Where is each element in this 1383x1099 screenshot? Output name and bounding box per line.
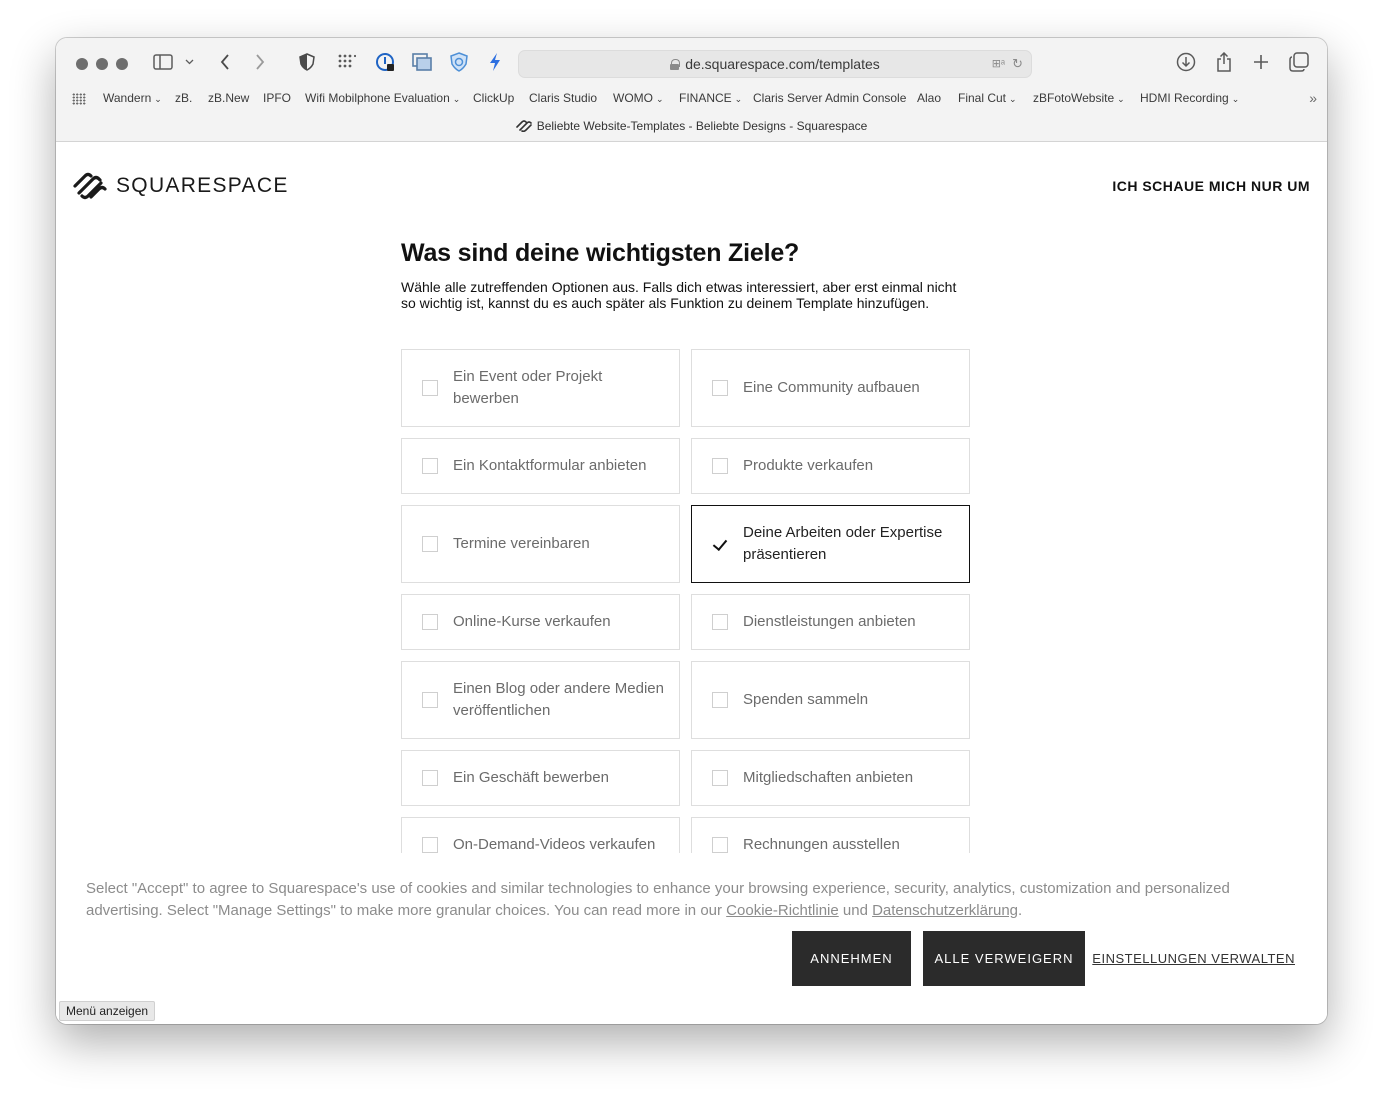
address-bar[interactable]: de.squarespace.com/templates ⊞ᵃ ↻ [518, 50, 1032, 78]
checkbox[interactable] [712, 692, 728, 708]
browser-window: de.squarespace.com/templates ⊞ᵃ ↻ Wander… [56, 38, 1327, 1024]
bookmark-ipfo[interactable]: IPFO [263, 91, 291, 105]
checkbox[interactable] [422, 380, 438, 396]
close-window-button[interactable] [76, 58, 88, 70]
browser-toolbar: de.squarespace.com/templates ⊞ᵃ ↻ Wander… [56, 38, 1327, 142]
screenshot-extension-icon[interactable] [411, 51, 433, 73]
checkbox[interactable] [422, 770, 438, 786]
lock-icon [670, 58, 681, 70]
bookmark-wandern[interactable]: Wandern ⌄ [103, 91, 162, 105]
bookmark-zbfotowebsite[interactable]: zBFotoWebsite ⌄ [1033, 91, 1125, 105]
forward-icon[interactable] [249, 51, 271, 73]
checkbox[interactable] [422, 458, 438, 474]
apps-grid-icon[interactable] [336, 51, 358, 73]
bookmark-final-cut[interactable]: Final Cut ⌄ [958, 91, 1017, 105]
reload-icon[interactable]: ↻ [1012, 56, 1023, 72]
menu-tooltip[interactable]: Menü anzeigen [59, 1001, 156, 1021]
bookmark-zb[interactable]: zB. [175, 91, 192, 105]
sidebar-icon[interactable] [152, 51, 174, 73]
option-showcase-work[interactable]: Deine Arbeiten oder Expertise präsentier… [691, 505, 970, 583]
checkbox[interactable] [712, 837, 728, 853]
lightning-extension-icon[interactable] [484, 51, 506, 73]
just-browsing-link[interactable]: ICH SCHAUE MICH NUR UM [1112, 178, 1310, 194]
checkbox[interactable] [422, 692, 438, 708]
checkbox-checked[interactable] [712, 536, 728, 552]
option-appointments[interactable]: Termine vereinbaren [401, 505, 680, 583]
tab-title: Beliebte Website-Templates - Beliebte De… [536, 119, 868, 133]
bookmark-clickup[interactable]: ClickUp [473, 91, 514, 105]
bookmark-wifi-mobilphone-evaluation[interactable]: Wifi Mobilphone Evaluation ⌄ [305, 91, 460, 105]
option-online-courses[interactable]: Online-Kurse verkaufen [401, 594, 680, 650]
goal-options-grid: Ein Event oder Projekt bewerben Eine Com… [401, 349, 971, 853]
zoom-window-button[interactable] [116, 58, 128, 70]
minimize-window-button[interactable] [96, 58, 108, 70]
option-invoices[interactable]: Rechnungen ausstellen [691, 817, 970, 853]
downloads-icon[interactable] [1175, 51, 1197, 73]
checkbox[interactable] [712, 458, 728, 474]
option-donations[interactable]: Spenden sammeln [691, 661, 970, 739]
accept-button[interactable]: ANNEHMEN [792, 931, 911, 986]
checkbox[interactable] [712, 380, 728, 396]
option-services[interactable]: Dienstleistungen anbieten [691, 594, 970, 650]
bookmark-finance[interactable]: FINANCE ⌄ [679, 91, 742, 105]
bookmark-womo[interactable]: WOMO ⌄ [613, 91, 664, 105]
manage-settings-button[interactable]: EINSTELLUNGEN VERWALTEN [1092, 951, 1295, 966]
reject-all-button[interactable]: ALLE VERWEIGERN [923, 931, 1085, 986]
shield-icon[interactable] [296, 51, 318, 73]
page-content: SQUARESPACE ICH SCHAUE MICH NUR UM Was s… [56, 143, 1327, 1024]
bookmarks-grid-icon[interactable] [72, 93, 86, 105]
more-bookmarks-icon[interactable]: » [1309, 90, 1317, 106]
page-description: Wähle alle zutreffenden Optionen aus. Fa… [401, 279, 957, 311]
bookmark-claris-server-admin-console[interactable]: Claris Server Admin Console [753, 91, 906, 105]
checkbox[interactable] [712, 614, 728, 630]
back-icon[interactable] [214, 51, 236, 73]
chevron-down-icon[interactable] [182, 51, 196, 73]
bookmark-claris-studio[interactable]: Claris Studio [529, 91, 597, 105]
security-extension-icon[interactable] [448, 51, 470, 73]
active-tab[interactable]: Beliebte Website-Templates - Beliebte De… [56, 119, 1327, 133]
bookmark-alao[interactable]: Alao [917, 91, 941, 105]
option-blog-media[interactable]: Einen Blog oder andere Medien veröffentl… [401, 661, 680, 739]
page-title: Was sind deine wichtigsten Ziele? [401, 239, 800, 267]
bookmark-zbnew[interactable]: zB.New [208, 91, 249, 105]
option-community[interactable]: Eine Community aufbauen [691, 349, 970, 427]
tab-overview-icon[interactable] [1288, 51, 1310, 73]
bookmarks-bar: Wandern ⌄ zB. zB.New IPFO Wifi Mobilphone… [56, 90, 1327, 108]
checkbox[interactable] [422, 614, 438, 630]
cookie-banner: Select "Accept" to agree to Squarespace'… [56, 853, 1327, 1024]
squarespace-logo[interactable]: SQUARESPACE [72, 171, 289, 201]
checkbox[interactable] [422, 536, 438, 552]
cookie-text: Select "Accept" to agree to Squarespace'… [86, 880, 1230, 919]
option-promote-business[interactable]: Ein Geschäft bewerben [401, 750, 680, 806]
option-memberships[interactable]: Mitgliedschaften anbieten [691, 750, 970, 806]
window-controls [76, 58, 128, 70]
translate-icon[interactable]: ⊞ᵃ [992, 57, 1005, 70]
checkbox[interactable] [712, 770, 728, 786]
password-manager-icon[interactable] [374, 51, 396, 73]
checkbox[interactable] [422, 837, 438, 853]
option-event-project[interactable]: Ein Event oder Projekt bewerben [401, 349, 680, 427]
squarespace-logo-icon [73, 172, 107, 200]
option-sell-products[interactable]: Produkte verkaufen [691, 438, 970, 494]
url-text: de.squarespace.com/templates [685, 56, 880, 72]
squarespace-favicon-icon [515, 120, 532, 133]
logo-text: SQUARESPACE [116, 174, 289, 197]
option-on-demand-videos[interactable]: On-Demand-Videos verkaufen [401, 817, 680, 853]
cookie-policy-link[interactable]: Cookie-Richtlinie [726, 902, 839, 919]
option-contact-form[interactable]: Ein Kontaktformular anbieten [401, 438, 680, 494]
bookmark-hdmi-recording[interactable]: HDMI Recording ⌄ [1140, 91, 1239, 105]
new-tab-icon[interactable] [1250, 51, 1272, 73]
share-icon[interactable] [1213, 51, 1235, 73]
privacy-policy-link[interactable]: Datenschutzerklärung [872, 902, 1018, 919]
